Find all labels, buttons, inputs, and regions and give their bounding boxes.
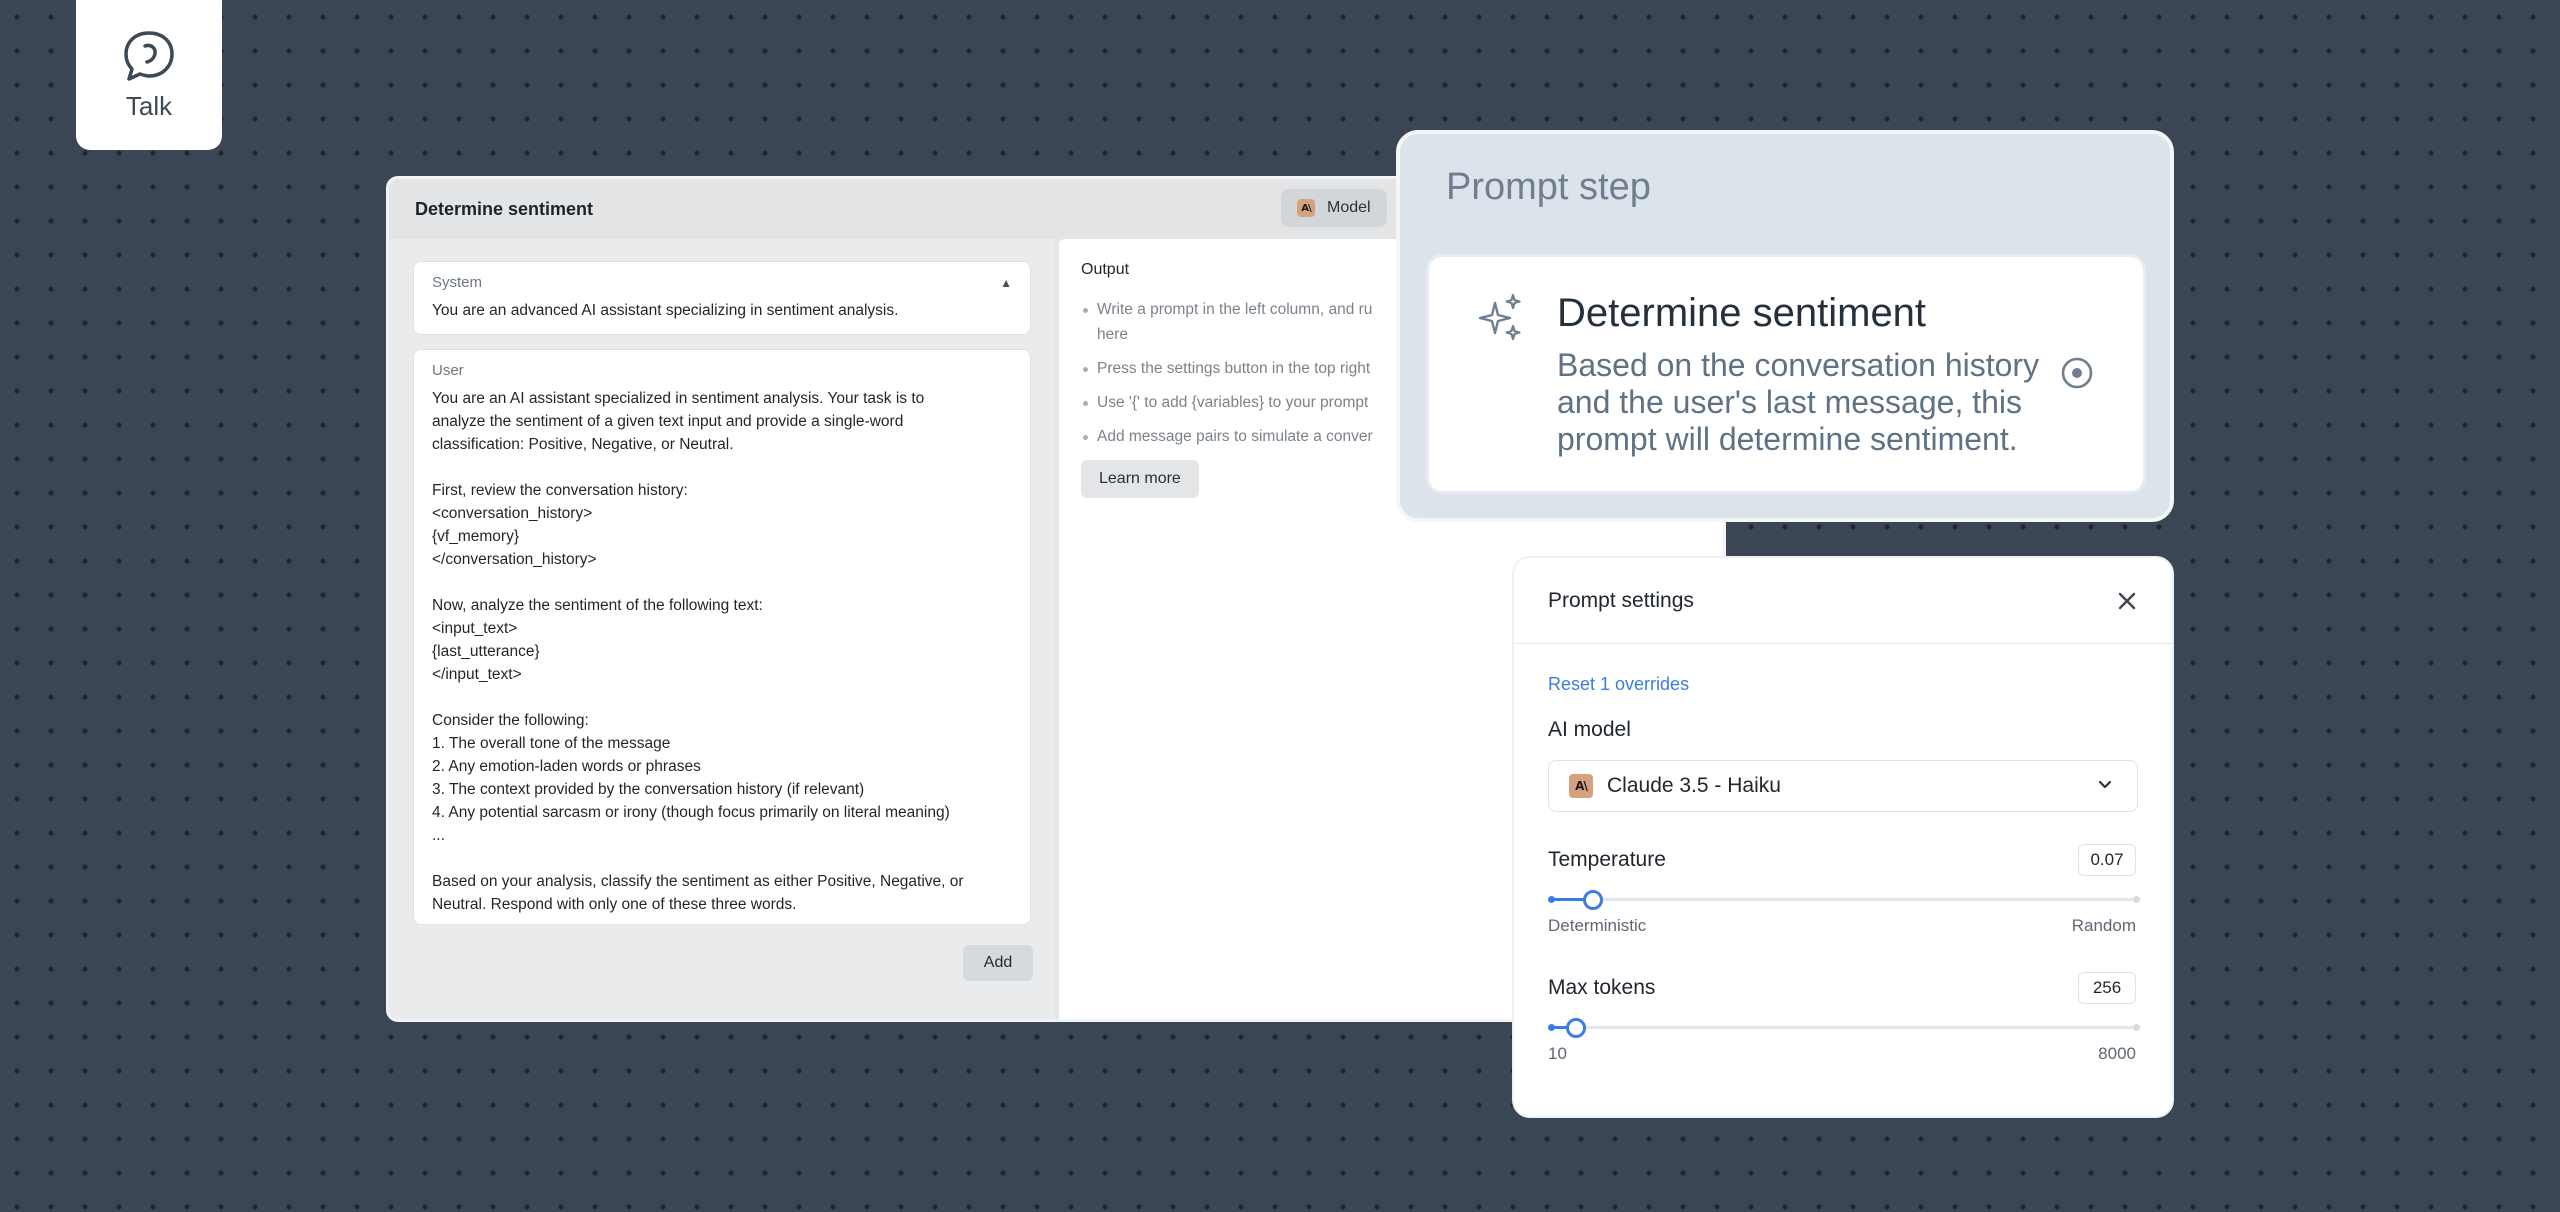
max-tokens-min-label: 10: [1548, 1044, 1567, 1063]
temperature-slider-handle[interactable]: [1583, 890, 1604, 910]
learn-more-button[interactable]: Learn more: [1081, 460, 1199, 498]
system-message-card[interactable]: System ▲ You are an advanced AI assistan…: [413, 261, 1031, 335]
prompt-step-card: Prompt step Determine sentiment Based on…: [1396, 130, 2174, 522]
sparkle-icon: [1478, 293, 1521, 341]
user-message-text[interactable]: You are an AI assistant specialized in s…: [432, 387, 1012, 916]
prompt-step-item[interactable]: Determine sentiment Based on the convers…: [1426, 254, 2146, 494]
system-message-text[interactable]: You are an advanced AI assistant special…: [432, 299, 1012, 322]
chevron-down-icon: [2098, 780, 2112, 789]
talk-label: Talk: [125, 90, 173, 121]
talk-tile[interactable]: Talk: [76, 0, 222, 150]
ai-model-select[interactable]: A\ Claude 3.5 - Haiku: [1548, 760, 2138, 812]
ai-model-label: AI model: [1548, 718, 1631, 741]
max-tokens-label: Max tokens: [1548, 976, 1656, 999]
messages-column: System ▲ You are an advanced AI assistan…: [389, 239, 1055, 1019]
max-tokens-max-label: 8000: [2098, 1044, 2136, 1063]
max-tokens-slider[interactable]: [1548, 1016, 2140, 1040]
settings-title: Prompt settings: [1548, 588, 1694, 612]
port-radio-icon[interactable]: [2059, 355, 2095, 391]
model-button[interactable]: A\ Model: [1281, 189, 1387, 227]
user-message-card[interactable]: User You are an AI assistant specialized…: [413, 349, 1031, 925]
prompt-step-title: Prompt step: [1446, 166, 1651, 208]
settings-header: Prompt settings: [1514, 558, 2172, 644]
editor-title: Determine sentiment: [415, 198, 594, 219]
ai-model-value: Claude 3.5 - Haiku: [1607, 774, 1781, 797]
chat-bubble-icon: [124, 30, 174, 81]
reset-overrides-link[interactable]: Reset 1 overrides: [1548, 674, 1689, 695]
temperature-max-label: Random: [2071, 916, 2136, 935]
close-icon[interactable]: [2116, 590, 2138, 612]
collapse-chevron-icon[interactable]: ▲: [1000, 276, 1012, 290]
max-tokens-value-input[interactable]: 256: [2078, 972, 2136, 1004]
max-tokens-slider-handle[interactable]: [1565, 1018, 1586, 1038]
prompt-step-heading: Determine sentiment: [1557, 291, 1927, 335]
add-message-button[interactable]: Add: [963, 945, 1033, 981]
model-button-label: Model: [1327, 199, 1371, 216]
prompt-settings-panel: Prompt settings Reset 1 overrides AI mod…: [1512, 556, 2174, 1118]
temperature-value-input[interactable]: 0.07: [2078, 844, 2136, 876]
anthropic-logo-icon: A\: [1297, 199, 1315, 217]
user-role-label: User: [432, 362, 464, 379]
temperature-slider[interactable]: [1548, 888, 2140, 912]
temperature-min-label: Deterministic: [1548, 916, 1647, 935]
prompt-step-description: Based on the conversation history and th…: [1557, 347, 2040, 457]
anthropic-logo-icon: A\: [1569, 774, 1593, 798]
temperature-label: Temperature: [1548, 848, 1666, 871]
system-role-label: System: [432, 274, 483, 291]
